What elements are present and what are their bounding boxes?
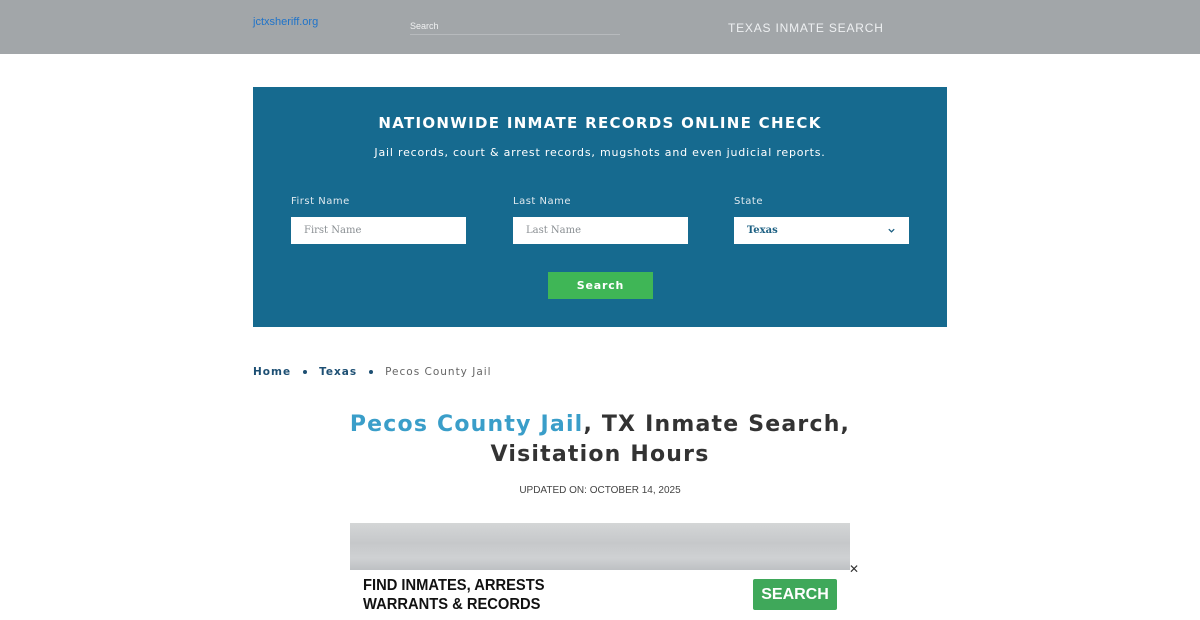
breadcrumb-separator <box>303 370 308 374</box>
ad-line-1: FIND INMATES, ARRESTS <box>363 577 545 594</box>
breadcrumb-home[interactable]: Home <box>253 366 291 378</box>
last-name-label: Last Name <box>513 196 572 207</box>
close-icon[interactable]: ✕ <box>848 563 860 575</box>
chevron-down-icon <box>887 222 896 240</box>
state-label: State <box>734 196 763 207</box>
breadcrumb-texas[interactable]: Texas <box>319 366 357 378</box>
hero-title: NATIONWIDE INMATE RECORDS ONLINE CHECK <box>378 114 822 132</box>
first-name-field[interactable] <box>291 217 466 244</box>
updated-date: UPDATED ON: OCTOBER 14, 2025 <box>519 485 681 496</box>
page-title-line2: Visitation Hours <box>490 442 710 467</box>
page-title-line1-rest: , TX Inmate Search, <box>583 412 851 437</box>
jail-photo <box>350 523 850 573</box>
top-header: jctxsheriff.org TEXAS INMATE SEARCH <box>0 0 1200 54</box>
search-button[interactable]: Search <box>548 272 653 299</box>
ad-search-button[interactable]: SEARCH <box>753 579 837 610</box>
page-title: Pecos County Jail, TX Inmate Search, Vis… <box>300 410 900 470</box>
first-name-label: First Name <box>291 196 350 207</box>
breadcrumb-current: Pecos County Jail <box>385 366 492 378</box>
last-name-field[interactable] <box>513 217 688 244</box>
header-search-input[interactable] <box>410 18 620 35</box>
state-select[interactable]: Texas <box>734 217 909 244</box>
ad-text: FIND INMATES, ARRESTS WARRANTS & RECORDS <box>363 576 545 614</box>
ad-line-2: WARRANTS & RECORDS <box>363 596 541 613</box>
search-hero-panel: NATIONWIDE INMATE RECORDS ONLINE CHECK J… <box>253 87 947 327</box>
ad-banner[interactable]: FIND INMATES, ARRESTS WARRANTS & RECORDS… <box>350 570 850 620</box>
breadcrumb-separator <box>369 370 374 374</box>
hero-subtitle: Jail records, court & arrest records, mu… <box>374 146 826 159</box>
state-select-value: Texas <box>747 225 778 236</box>
breadcrumb: Home Texas Pecos County Jail <box>253 366 492 378</box>
nav-title-link[interactable]: TEXAS INMATE SEARCH <box>728 21 884 35</box>
site-logo-link[interactable]: jctxsheriff.org <box>253 16 318 28</box>
page-title-jail-link[interactable]: Pecos County Jail <box>350 412 584 437</box>
